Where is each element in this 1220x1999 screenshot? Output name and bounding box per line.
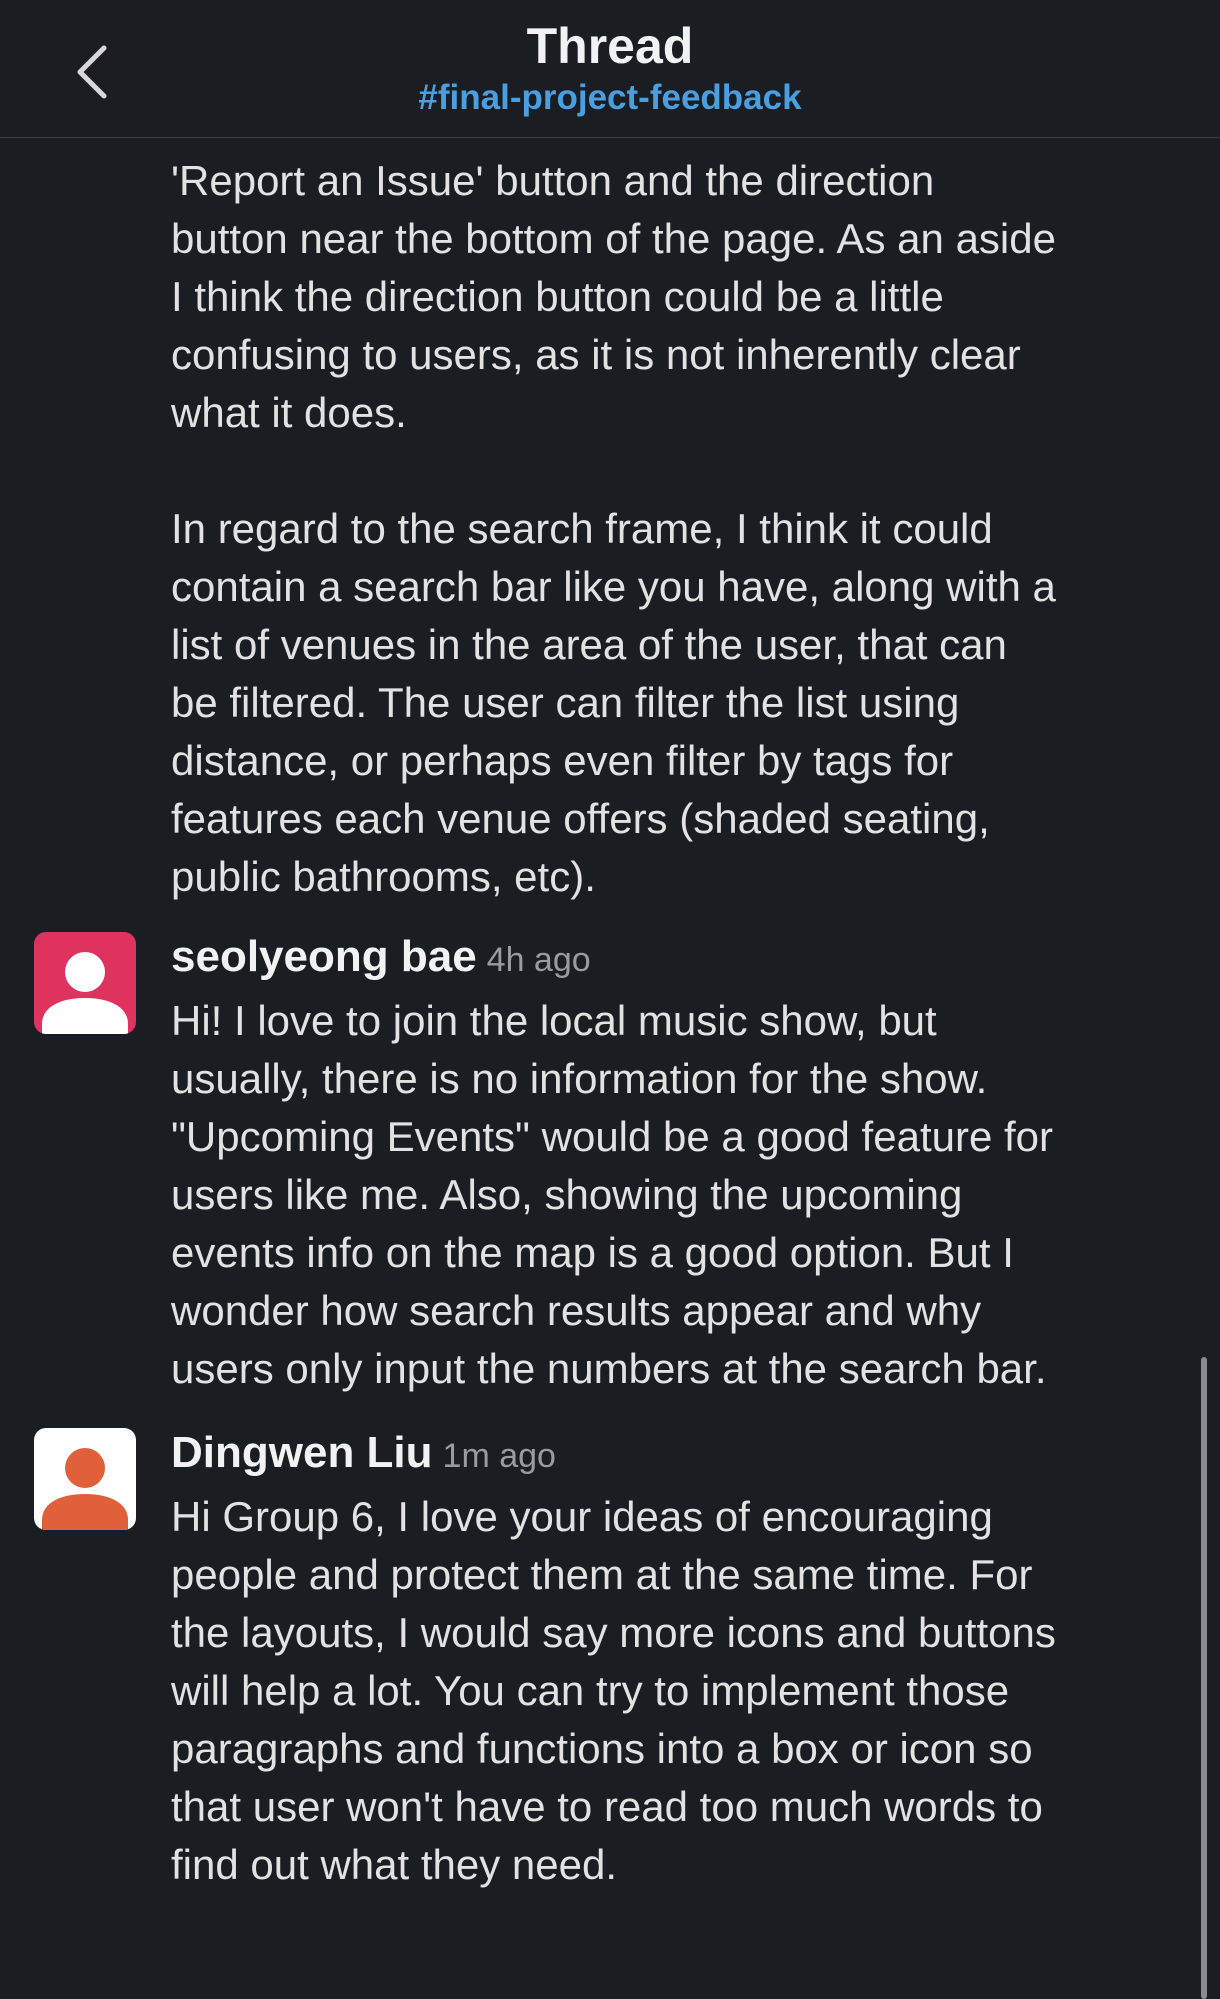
thread-header: Thread #final-project-feedback [0, 0, 1220, 138]
avatar[interactable] [34, 932, 136, 1034]
avatar[interactable] [34, 1428, 136, 1530]
message-text: Hi! I love to join the local music show,… [171, 997, 1053, 1392]
author-name[interactable]: seolyeong bae [171, 932, 477, 981]
thread-screen: Thread #final-project-feedback 'Report a… [0, 0, 1220, 1999]
message-text: 'Report an Issue' button and the directi… [171, 157, 1056, 436]
author-name[interactable]: Dingwen Liu [171, 1428, 433, 1477]
thread-title: Thread [526, 18, 694, 74]
thread-messages: 'Report an Issue' button and the directi… [0, 138, 1220, 1999]
channel-link[interactable]: #final-project-feedback [0, 76, 1220, 120]
message-timestamp: 4h ago [486, 941, 591, 979]
message-timestamp: 1m ago [442, 1437, 556, 1475]
user-silhouette-icon [34, 1428, 136, 1530]
user-silhouette-icon [34, 932, 136, 1034]
message-header: seolyeong bae 4h ago [171, 928, 591, 986]
scrollbar[interactable] [1201, 1357, 1207, 1999]
message-text: Hi Group 6, I love your ideas of encoura… [171, 1493, 1056, 1888]
message-header: Dingwen Liu 1m ago [171, 1424, 556, 1482]
message-text: In regard to the search frame, I think i… [171, 505, 1056, 900]
